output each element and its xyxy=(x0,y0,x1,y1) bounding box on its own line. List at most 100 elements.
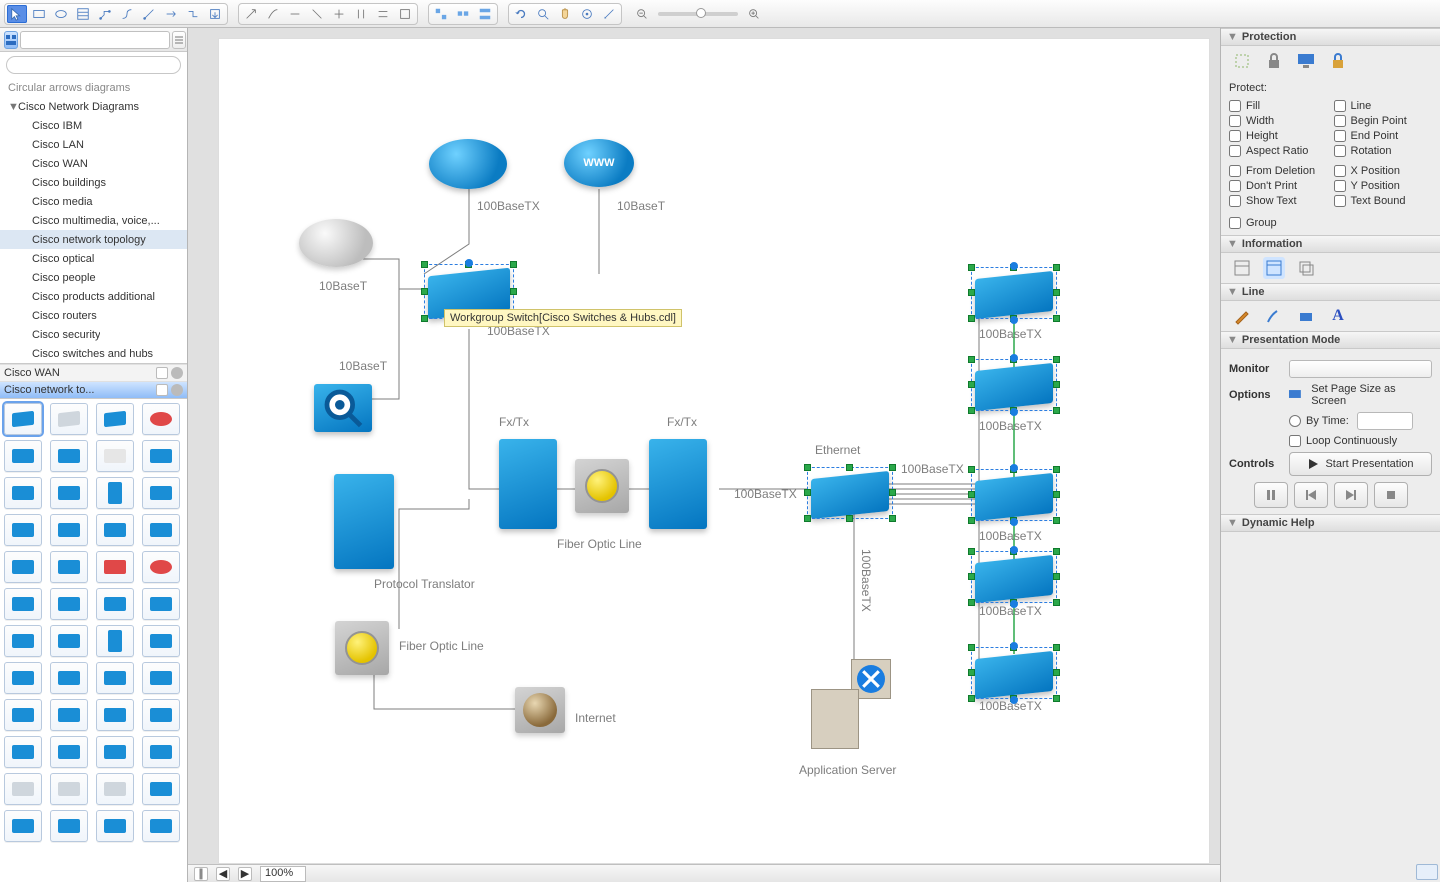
cb-set-page[interactable]: Set Page Size as Screen xyxy=(1288,383,1432,407)
cb-end-point[interactable]: End Point xyxy=(1334,130,1433,142)
tool-ellipse[interactable] xyxy=(51,5,71,23)
tree-group-cisco[interactable]: ▼Cisco Network Diagrams xyxy=(0,97,187,116)
palette-shape[interactable] xyxy=(96,736,134,768)
arrow-1[interactable] xyxy=(241,5,261,23)
zoom-in-button[interactable] xyxy=(744,5,764,23)
palette-shape[interactable] xyxy=(96,477,134,509)
info-icon-2[interactable] xyxy=(1263,257,1285,279)
tree-search-input[interactable] xyxy=(6,56,181,74)
palette-shape[interactable] xyxy=(4,514,42,546)
node-stack-switch[interactable] xyxy=(971,647,1057,699)
align-3[interactable] xyxy=(475,5,495,23)
palette-shape[interactable] xyxy=(96,773,134,805)
palette-shape[interactable] xyxy=(142,403,180,435)
palette-shape[interactable] xyxy=(4,440,42,472)
align-1[interactable] xyxy=(431,5,451,23)
ctrl-next[interactable] xyxy=(1334,482,1368,508)
tree-item[interactable]: Cisco WAN xyxy=(0,154,187,173)
palette-shape[interactable] xyxy=(96,588,134,620)
prot-icon-screen[interactable] xyxy=(1295,50,1317,72)
page-pause-icon[interactable]: ∥ xyxy=(194,867,208,881)
library-list-button[interactable] xyxy=(172,31,186,49)
cb-from-deletion[interactable]: From Deletion xyxy=(1229,165,1328,177)
palette-shape[interactable] xyxy=(142,477,180,509)
info-icon-3[interactable] xyxy=(1295,257,1317,279)
tool-connector-3[interactable] xyxy=(139,5,159,23)
palette-shape[interactable] xyxy=(4,477,42,509)
library-view-toggle[interactable] xyxy=(4,31,18,49)
cb-height[interactable]: Height xyxy=(1229,130,1328,142)
palette-shape[interactable] xyxy=(142,736,180,768)
arrow-5[interactable] xyxy=(329,5,349,23)
palette-shape[interactable] xyxy=(142,440,180,472)
palette-shape[interactable] xyxy=(4,588,42,620)
tree-item[interactable]: Cisco products additional xyxy=(0,287,187,306)
palette-shape[interactable] xyxy=(50,551,88,583)
cb-width[interactable]: Width xyxy=(1229,115,1328,127)
palette-shape[interactable] xyxy=(50,477,88,509)
cb-loop[interactable]: Loop Continuously xyxy=(1289,435,1397,447)
prot-icon-lock[interactable] xyxy=(1263,50,1285,72)
tree-item-selected[interactable]: Cisco network topology xyxy=(0,230,187,249)
zoom-slider[interactable] xyxy=(658,12,738,16)
node-fxtx-1[interactable] xyxy=(499,439,557,529)
node-magnifier[interactable] xyxy=(314,384,372,432)
section-information[interactable]: ▼Information xyxy=(1221,235,1440,253)
cb-by-time[interactable]: By Time: xyxy=(1289,415,1349,427)
arrow-2[interactable] xyxy=(263,5,283,23)
palette-shape[interactable] xyxy=(4,551,42,583)
tool-connector-5[interactable] xyxy=(183,5,203,23)
ctrl-pause[interactable] xyxy=(1254,482,1288,508)
node-app-server[interactable] xyxy=(811,659,891,749)
palette-shape[interactable] xyxy=(50,588,88,620)
node-stack-switch[interactable] xyxy=(971,469,1057,521)
palette-shape[interactable] xyxy=(4,625,42,657)
tool-form[interactable] xyxy=(73,5,93,23)
palette-shape[interactable] xyxy=(50,403,88,435)
nav-hand[interactable] xyxy=(555,5,575,23)
page-prev-button[interactable]: ◀ xyxy=(216,867,230,881)
tree-item[interactable]: Cisco security xyxy=(0,325,187,344)
zoom-out-button[interactable] xyxy=(632,5,652,23)
cb-line[interactable]: Line xyxy=(1334,100,1433,112)
tree-item[interactable]: Cisco people xyxy=(0,268,187,287)
tool-connector-4[interactable] xyxy=(161,5,181,23)
node-fiber-line[interactable] xyxy=(575,459,629,513)
palette-shape[interactable] xyxy=(4,699,42,731)
openlib-topology[interactable]: Cisco network to... xyxy=(0,381,187,398)
cb-text-bound[interactable]: Text Bound xyxy=(1334,195,1433,207)
palette-shape[interactable] xyxy=(96,625,134,657)
page-next-button[interactable]: ▶ xyxy=(238,867,252,881)
arrow-3[interactable] xyxy=(285,5,305,23)
tree-item-prev[interactable]: Circular arrows diagrams xyxy=(0,78,187,97)
diagram-canvas[interactable]: WWW 100BaseTX 10BaseT 10BaseT 100BaseTX … xyxy=(218,38,1210,864)
arrow-8[interactable] xyxy=(395,5,415,23)
prot-icon-unlock[interactable] xyxy=(1231,50,1253,72)
tool-connector-2[interactable] xyxy=(117,5,137,23)
section-dynamic-help[interactable]: ▼Dynamic Help xyxy=(1221,514,1440,532)
tree-item[interactable]: Cisco media xyxy=(0,192,187,211)
node-stack-switch[interactable] xyxy=(971,551,1057,603)
cb-y-position[interactable]: Y Position xyxy=(1334,180,1433,192)
start-presentation-button[interactable]: Start Presentation xyxy=(1289,452,1432,476)
node-internet[interactable] xyxy=(515,687,565,733)
palette-shape[interactable] xyxy=(4,773,42,805)
info-icon-1[interactable] xyxy=(1231,257,1253,279)
tree-item[interactable]: Cisco multimedia, voice,... xyxy=(0,211,187,230)
line-icon-pen[interactable] xyxy=(1231,305,1253,327)
palette-shape[interactable] xyxy=(142,699,180,731)
palette-shape[interactable] xyxy=(142,588,180,620)
openlib-wan[interactable]: Cisco WAN xyxy=(0,364,187,381)
palette-shape[interactable] xyxy=(96,551,134,583)
library-search-input[interactable] xyxy=(24,34,166,46)
tree-item[interactable]: Cisco IBM xyxy=(0,116,187,135)
cb-rotation[interactable]: Rotation xyxy=(1334,145,1433,157)
ctrl-stop[interactable] xyxy=(1374,482,1408,508)
cb-x-position[interactable]: X Position xyxy=(1334,165,1433,177)
tree-item[interactable]: Cisco routers xyxy=(0,306,187,325)
cb-begin-point[interactable]: Begin Point xyxy=(1334,115,1433,127)
tree-item[interactable]: Cisco optical xyxy=(0,249,187,268)
palette-shape[interactable] xyxy=(4,662,42,694)
corner-widget[interactable] xyxy=(1416,864,1438,880)
palette-shape[interactable] xyxy=(142,625,180,657)
